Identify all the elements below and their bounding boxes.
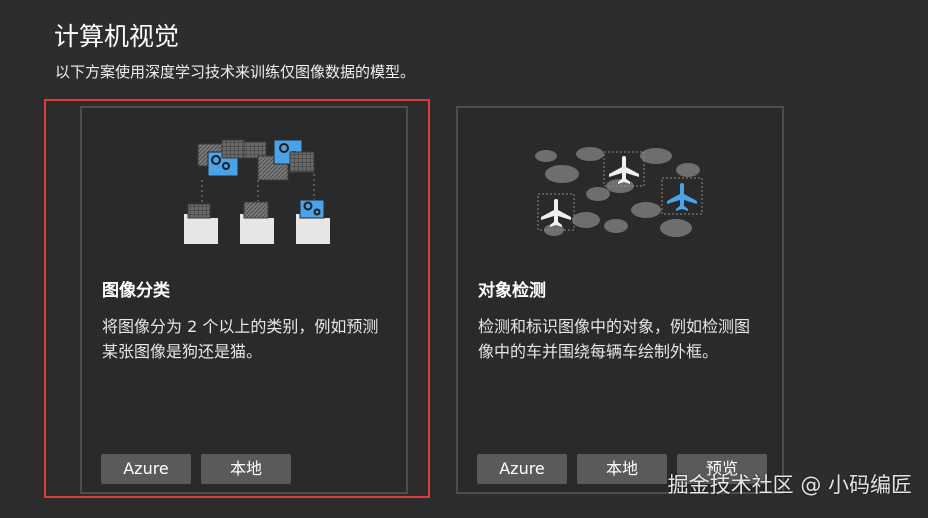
- azure-button[interactable]: Azure: [477, 454, 567, 484]
- page-subtitle: 以下方案使用深度学习技术来训练仅图像数据的模型。: [55, 63, 416, 81]
- selection-highlight: [44, 99, 430, 498]
- page-title: 计算机视觉: [54, 22, 180, 51]
- object-detection-illustration: [535, 147, 703, 237]
- local-button[interactable]: 本地: [577, 454, 667, 484]
- card-description: 检测和标识图像中的对象，例如检测图像中的车并围绕每辆车绘制外框。: [478, 317, 751, 361]
- watermark: 掘金技术社区 @ 小码编匠: [667, 473, 912, 497]
- card-title: 对象检测: [478, 281, 546, 301]
- object-detection-card[interactable]: 对象检测 检测和标识图像中的对象，例如检测图像中的车并围绕每辆车绘制外框。 Az…: [456, 106, 784, 494]
